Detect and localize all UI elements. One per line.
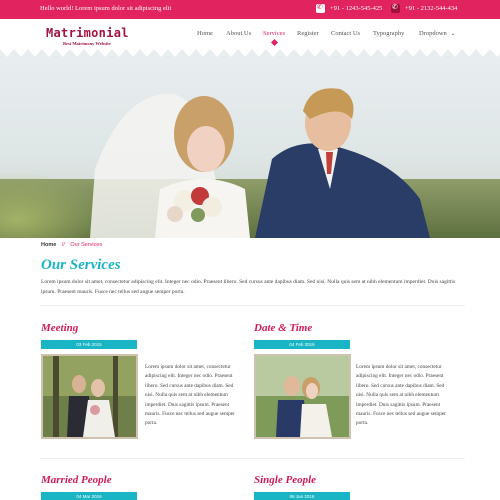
top-bar: Hello world! Lorem ipsum dolor sit adipi…	[0, 0, 500, 19]
date-badge: 04 Feb 2016	[254, 340, 350, 349]
brand-tagline: Best Matrimony Website	[63, 41, 111, 46]
date-badge: 06 Jun 2016	[254, 492, 350, 500]
site-logo[interactable]: Matrimonial Best Matrimony Website	[46, 26, 129, 46]
date-badge: 03 Feb 2015	[41, 340, 137, 349]
date-badge: 04 Mar 2016	[41, 492, 137, 500]
phone-contact-1[interactable]: +91 - 1243-545-425	[316, 3, 383, 13]
phone-number-2: +91 - 2132-544-434	[405, 5, 458, 12]
greeting-text: Hello world! Lorem ipsum dolor sit adipi…	[40, 5, 172, 12]
nav-dropdown-label: Dropdown	[419, 30, 447, 37]
nav-dropdown[interactable]: Dropdown ⌄	[419, 30, 455, 37]
brand-name: Matrimonial	[46, 26, 129, 40]
phone-icon	[391, 3, 400, 13]
phone-contact-2[interactable]: +91 - 2132-544-434	[391, 3, 458, 13]
hero-banner	[0, 49, 500, 238]
service-image-date-time	[254, 354, 351, 439]
breadcrumb-home[interactable]: Home	[41, 242, 56, 248]
service-desc-meeting: Lorem ipsum dolor sit amet, consectetur …	[145, 364, 235, 427]
nav-contact-us[interactable]: Contact Us	[331, 30, 360, 37]
phone-number-1: +91 - 1243-545-425	[330, 5, 383, 12]
couple-photo	[256, 356, 349, 437]
nav-services[interactable]: Services	[263, 30, 285, 37]
service-title-married-people: Married People	[41, 474, 112, 486]
zigzag-divider	[0, 49, 500, 57]
section-divider	[41, 458, 465, 459]
service-title-single-people: Single People	[254, 474, 317, 486]
section-divider	[41, 305, 465, 306]
site-header: Matrimonial Best Matrimony Website Home …	[0, 19, 500, 49]
breadcrumb-current: Our Services	[70, 242, 103, 248]
couple-photo	[43, 356, 136, 437]
breadcrumb: Home // Our Services	[41, 242, 102, 248]
page-title: Our Services	[41, 257, 121, 273]
services-intro: Lorem ipsum dolor sit amet, consectetur …	[41, 279, 456, 295]
service-image-meeting	[41, 354, 138, 439]
service-title-meeting: Meeting	[41, 322, 79, 334]
service-desc-date-time: Lorem ipsum dolor sit amet, consectetur …	[356, 364, 446, 427]
nav-about-us[interactable]: About Us	[226, 30, 251, 37]
nav-register[interactable]: Register	[297, 30, 319, 37]
nav-home[interactable]: Home	[197, 30, 213, 37]
nav-typography[interactable]: Typography	[373, 30, 404, 37]
breadcrumb-separator: //	[61, 242, 65, 248]
phone-icon	[316, 3, 325, 13]
chevron-down-icon: ⌄	[450, 30, 456, 37]
service-title-date-time: Date & Time	[254, 322, 313, 334]
wedding-couple-photo	[0, 49, 500, 238]
